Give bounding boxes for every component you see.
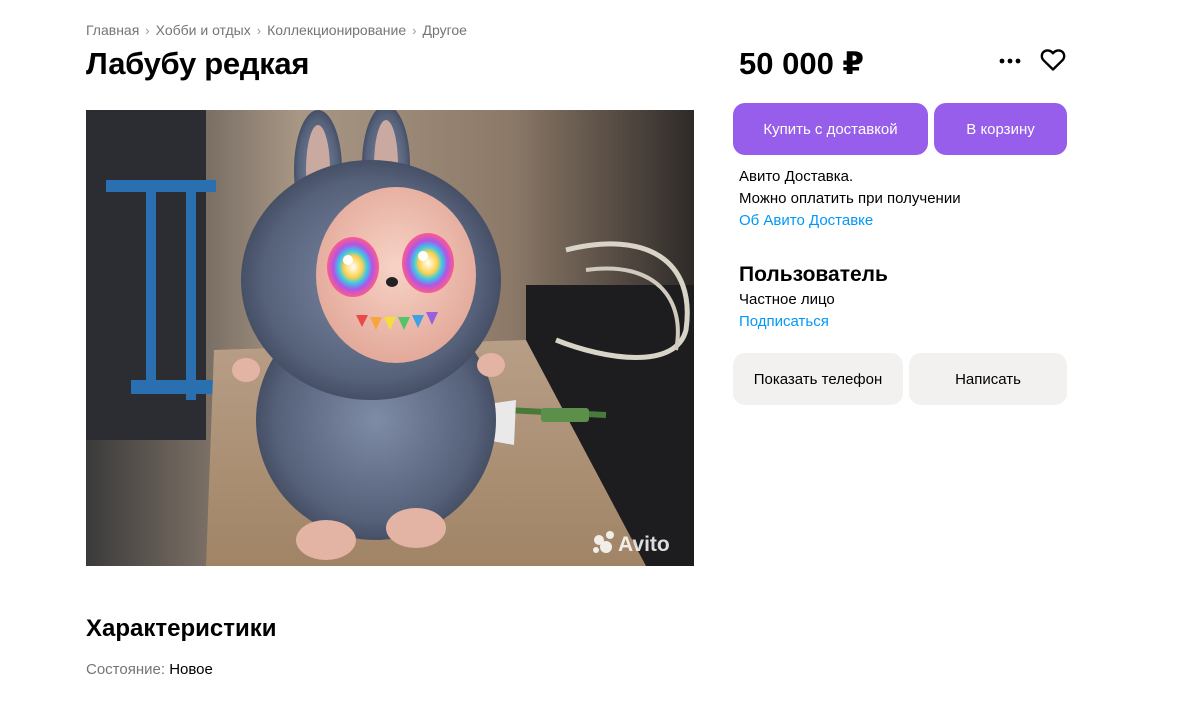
buy-with-delivery-button[interactable]: Купить с доставкой bbox=[733, 103, 928, 155]
more-dots-icon bbox=[999, 58, 1021, 64]
favorite-button[interactable] bbox=[1037, 44, 1069, 76]
breadcrumb: Главная › Хобби и отдых › Коллекциониров… bbox=[86, 22, 467, 38]
show-phone-button[interactable]: Показать телефон bbox=[733, 353, 903, 405]
listing-photo[interactable]: Avito bbox=[86, 110, 694, 566]
svg-text:Avito: Avito bbox=[618, 533, 670, 556]
chevron-right-icon: › bbox=[256, 22, 262, 38]
page-title: Лабубу редкая bbox=[86, 46, 310, 81]
subscribe-link[interactable]: Подписаться bbox=[739, 313, 829, 330]
spec-key: Состояние: bbox=[86, 661, 166, 678]
heart-icon bbox=[1040, 49, 1066, 71]
breadcrumb-hobby[interactable]: Хобби и отдых bbox=[156, 22, 251, 38]
add-to-cart-button[interactable]: В корзину bbox=[934, 103, 1067, 155]
breadcrumb-home[interactable]: Главная bbox=[86, 22, 139, 38]
write-message-button[interactable]: Написать bbox=[909, 353, 1067, 405]
seller-type: Частное лицо bbox=[739, 291, 835, 308]
specs-title: Характеристики bbox=[86, 615, 277, 642]
more-button[interactable] bbox=[994, 46, 1026, 76]
breadcrumb-collecting[interactable]: Коллекционирование bbox=[267, 22, 406, 38]
delivery-info: Авито Доставка. Можно оплатить при получ… bbox=[739, 166, 961, 232]
spec-row-condition: Состояние: Новое bbox=[86, 661, 213, 678]
spec-value: Новое bbox=[169, 661, 213, 678]
about-delivery-link[interactable]: Об Авито Доставке bbox=[739, 210, 961, 232]
chevron-right-icon: › bbox=[145, 22, 150, 38]
delivery-line-1: Авито Доставка. bbox=[739, 168, 854, 185]
breadcrumb-other[interactable]: Другое bbox=[422, 22, 466, 38]
price: 50 000 ₽ bbox=[739, 46, 864, 81]
chevron-right-icon: › bbox=[412, 22, 417, 38]
seller-name[interactable]: Пользователь bbox=[739, 263, 888, 287]
delivery-line-2: Можно оплатить при получении bbox=[739, 190, 961, 207]
